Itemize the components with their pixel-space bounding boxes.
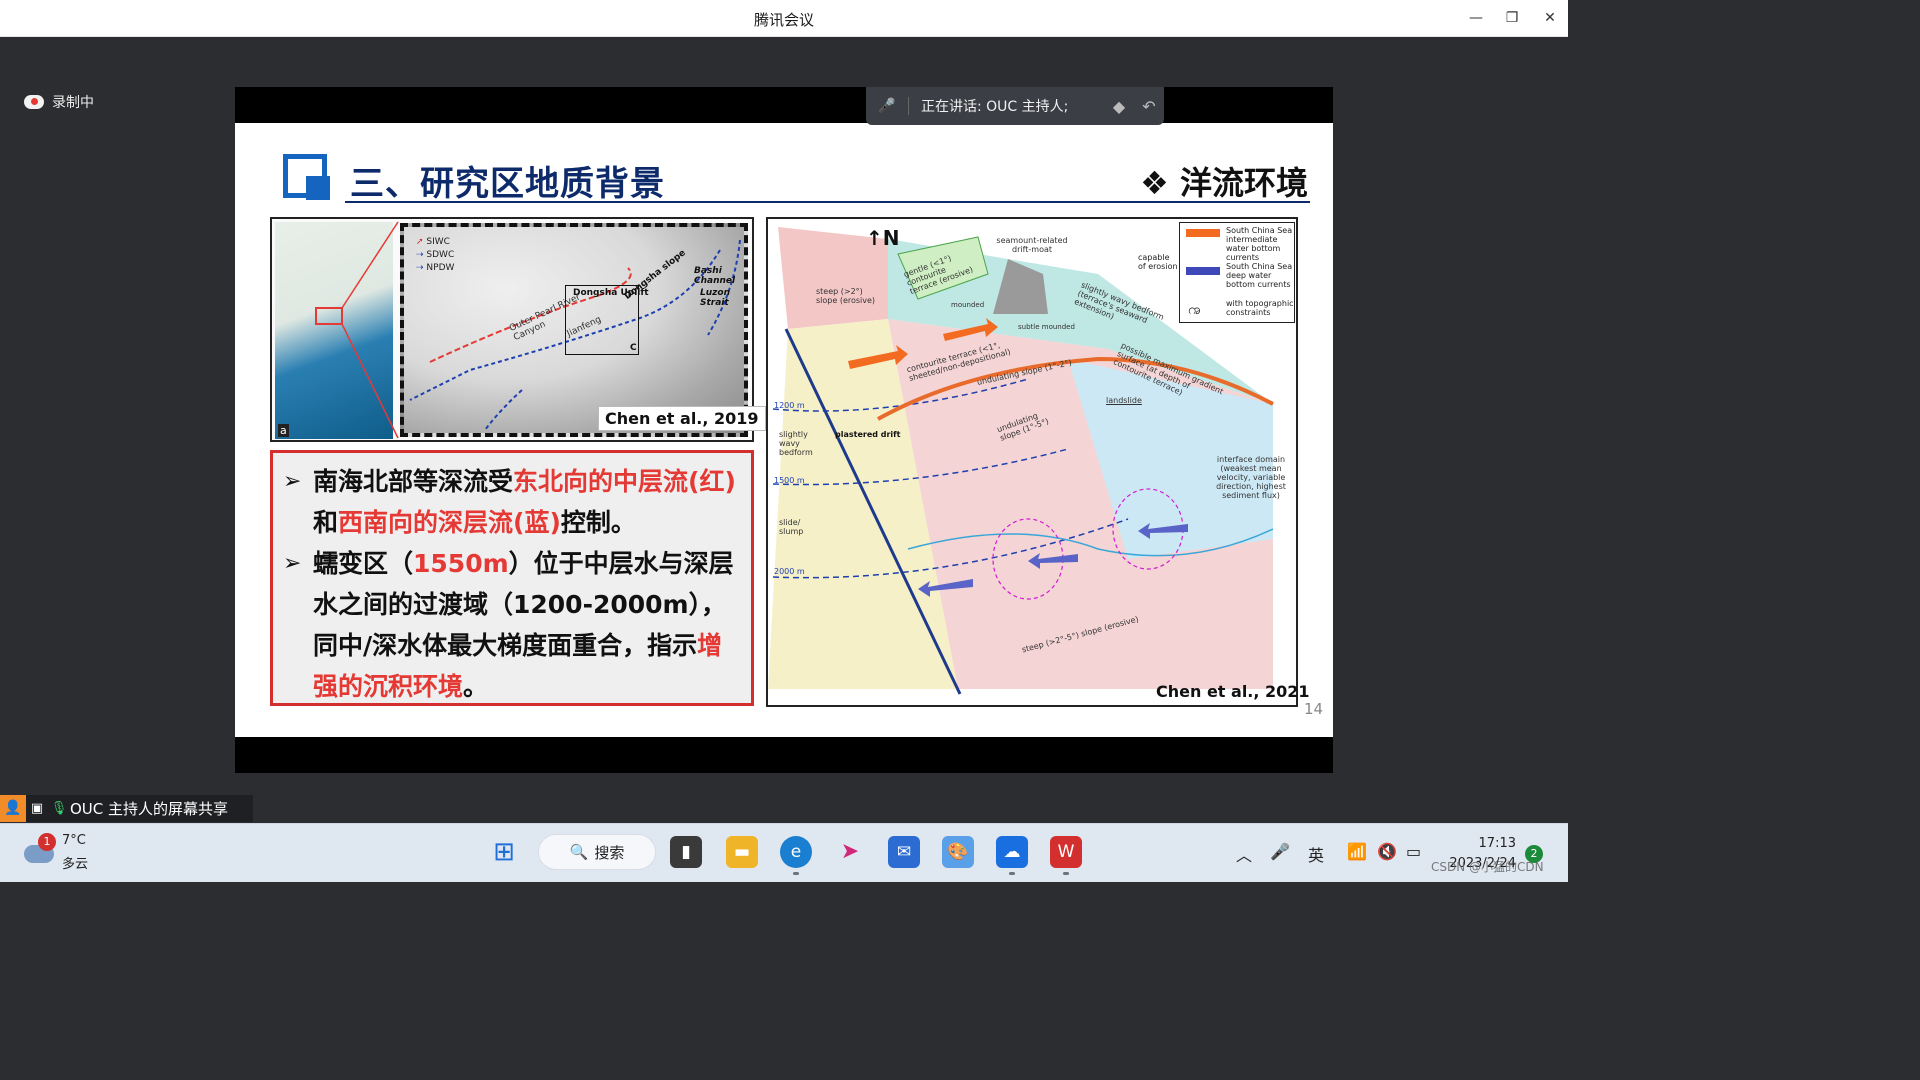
map-label-luzon-strait: Luzon Strait (700, 288, 730, 308)
running-indicator (793, 872, 799, 875)
deep-arrow-icon (1186, 267, 1220, 275)
clock-time: 17:13 (1478, 836, 1516, 851)
label-isobath-1200: 1200 m (774, 401, 805, 410)
page-number: 14 (1304, 700, 1324, 718)
label-plastered-drift: plastered drift (835, 430, 901, 439)
map-label-bashi-channel: Bashi Channel (694, 266, 736, 286)
bullet-1-text: 南海北部等深流受东北向的中层流(红)和西南向的深层流(蓝)控制。 (313, 467, 736, 537)
mail-icon[interactable]: ✉ (888, 836, 920, 868)
volume-muted-icon[interactable]: 🔇 (1377, 842, 1397, 861)
bullet-1: ➢ 南海北部等深流受东北向的中层流(红)和西南向的深层流(蓝)控制。 (283, 461, 741, 543)
mic-tray-icon[interactable]: 🎤 (1270, 842, 1290, 861)
bullet-arrow-icon: ➢ (283, 551, 302, 576)
bullet-2: ➢ 蠕变区（1550m）位于中层水与深层水之间的过渡域（1200-2000m），… (283, 543, 741, 707)
label-mounded: mounded (951, 301, 985, 309)
capable-erosion-label: capable of erosion (1138, 253, 1178, 271)
search-icon: 🔍 (569, 843, 589, 861)
study-area-box (315, 307, 343, 325)
participant-icon[interactable]: 👤 (0, 795, 26, 822)
running-indicator (1009, 872, 1015, 875)
zoom-line-bottom (341, 323, 399, 439)
taskbar-search[interactable]: 🔍 搜索 (538, 834, 656, 870)
bullet-arrow-icon: ➢ (283, 469, 302, 494)
label-landslide: landslide (1106, 396, 1142, 405)
ime-indicator[interactable]: 英 (1308, 842, 1324, 866)
map-legend: ➚ SIWC ⇢ SDWC ⇢ NPDW (416, 237, 455, 273)
bullet-2-text: 蠕变区（1550m）位于中层水与深层水之间的过渡域（1200-2000m），同中… (313, 549, 734, 701)
screen-share-icon: ▣ (30, 801, 44, 816)
label-drift-moat: seamount-related drift-moat (996, 236, 1068, 254)
edge-icon[interactable]: e (780, 836, 812, 868)
mic-icon: 🎙 (50, 801, 68, 816)
weather-temp: 7°C (62, 833, 86, 848)
share-text: OUC 主持人的屏幕共享 (70, 800, 229, 818)
label-interface-domain: interface domain (weakest mean velocity,… (1216, 455, 1286, 500)
battery-icon[interactable]: ▭ (1406, 842, 1421, 861)
label-isobath-1500: 1500 m (774, 476, 805, 485)
weather-badge: 1 (38, 833, 56, 851)
weather-desc: 多云 (62, 857, 89, 872)
wps-icon[interactable]: W (1050, 836, 1082, 868)
label-steep-slope: steep (>2°) slope (erosive) (816, 287, 876, 305)
zoom-line-top (341, 221, 399, 309)
wifi-icon[interactable]: 📶 (1347, 842, 1367, 861)
legend-sdwc: SDWC (426, 250, 455, 260)
schematic-legend: South China Sea intermediate water botto… (1179, 222, 1295, 323)
legend-siwc: SIWC (426, 237, 450, 247)
label-slightly-wavy: slightly wavy bedform (779, 430, 813, 457)
label-slide-slump: slide/ slump (779, 518, 804, 536)
legend-npdw: NPDW (426, 263, 455, 273)
label-isobath-2000: 2000 m (774, 567, 805, 576)
diagram-citation: Chen et al., 2021 (1156, 682, 1310, 701)
start-icon[interactable]: ⊞ (488, 836, 520, 868)
watermark: CSDN @小猛的CDN (1431, 860, 1544, 874)
file-explorer-icon[interactable]: ▬ (726, 836, 758, 868)
tencent-meeting-icon[interactable]: ☁ (996, 836, 1028, 868)
send-icon[interactable]: ➤ (834, 836, 866, 868)
eddy-icon: ꩠ (1188, 302, 1201, 318)
legend-intermediate: South China Sea intermediate water botto… (1226, 226, 1293, 262)
search-label: 搜索 (594, 843, 625, 862)
intermediate-arrow-icon (1186, 229, 1220, 237)
label-subtle-mounded: subtle mounded (1018, 323, 1075, 331)
share-indicator-bar[interactable]: 👤 ▣ 🎙 OUC 主持人的屏幕共享 (0, 795, 253, 822)
branch-current (484, 389, 523, 431)
map-citation: Chen et al., 2019 (598, 406, 766, 431)
running-indicator (1063, 872, 1069, 875)
chevron-up-icon[interactable]: ︿ (1236, 842, 1252, 866)
paint-icon[interactable]: 🎨 (942, 836, 974, 868)
map-label-c: C (630, 343, 637, 353)
task-view-icon[interactable]: ▮ (670, 836, 702, 868)
legend-deep: South China Sea deep water bottom curren… (1226, 262, 1293, 289)
legend-topographic: with topographic constraints (1226, 299, 1294, 317)
key-points-box: ➢ 南海北部等深流受东北向的中层流(红)和西南向的深层流(蓝)控制。 ➢ 蠕变区… (270, 450, 754, 706)
north-arrow-icon: ↑N (866, 226, 900, 250)
